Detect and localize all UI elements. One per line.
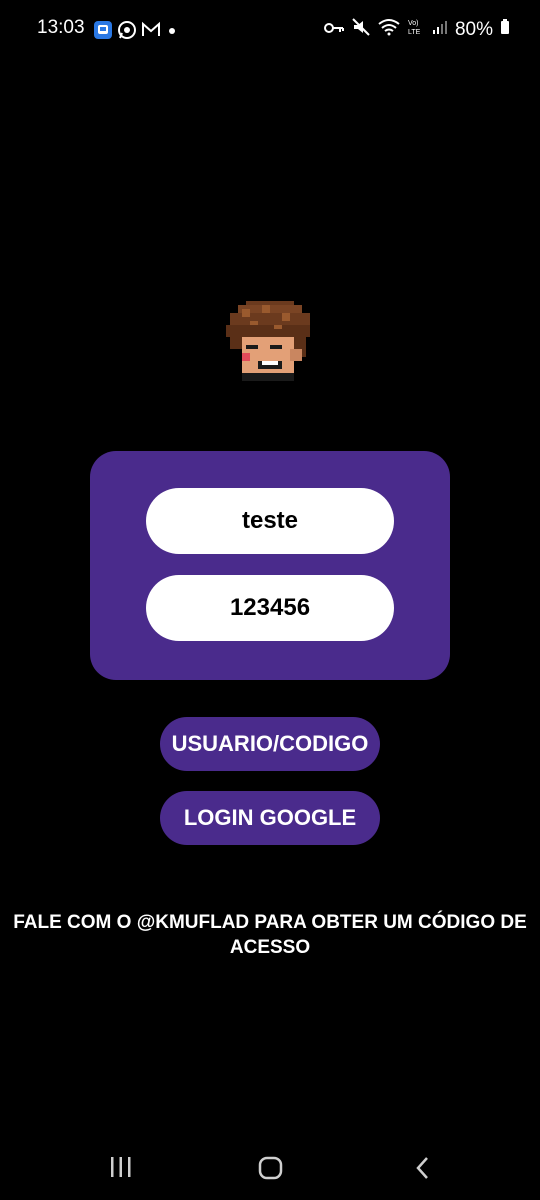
access-code-info: FALE COM O @KMUFLAD PARA OBTER UM CÓDIGO… [0, 910, 540, 960]
login-card: teste 123456 [90, 451, 450, 680]
back-icon[interactable] [411, 1154, 435, 1187]
status-right: Vo) LTE 80% [323, 17, 510, 43]
navigation-bar [0, 1140, 540, 1200]
battery-icon [500, 19, 510, 41]
status-time: 13:03 [37, 17, 85, 38]
pixel-avatar-logo [226, 300, 314, 387]
code-field[interactable]: 123456 [146, 575, 394, 641]
svg-text:LTE: LTE [408, 29, 421, 36]
notification-icons [93, 20, 179, 45]
google-login-button[interactable]: LOGIN GOOGLE [160, 791, 380, 845]
gmail-icon [141, 20, 161, 45]
dot-icon [165, 20, 179, 45]
wifi-icon [378, 18, 400, 42]
user-code-button[interactable]: USUARIO/CODIGO [160, 717, 380, 771]
app-notification-icon [93, 20, 113, 45]
mute-icon [351, 17, 371, 43]
info-line-2: ACESSO [229, 937, 311, 958]
username-field[interactable]: teste [146, 488, 394, 554]
recent-apps-icon[interactable] [108, 1154, 134, 1185]
signal-icon [432, 19, 448, 41]
status-bar: 13:03 Vo) LTE 80% [0, 0, 540, 60]
svg-text:Vo): Vo) [408, 20, 419, 27]
battery-percent: 80% [454, 19, 493, 40]
vpn-key-icon [323, 19, 344, 41]
volte-icon: Vo) LTE [407, 17, 425, 43]
whatsapp-icon [117, 20, 137, 45]
info-line-1: FALE COM O @KMUFLAD PARA OBTER UM CÓDIGO… [13, 912, 527, 933]
home-icon[interactable] [257, 1154, 285, 1187]
